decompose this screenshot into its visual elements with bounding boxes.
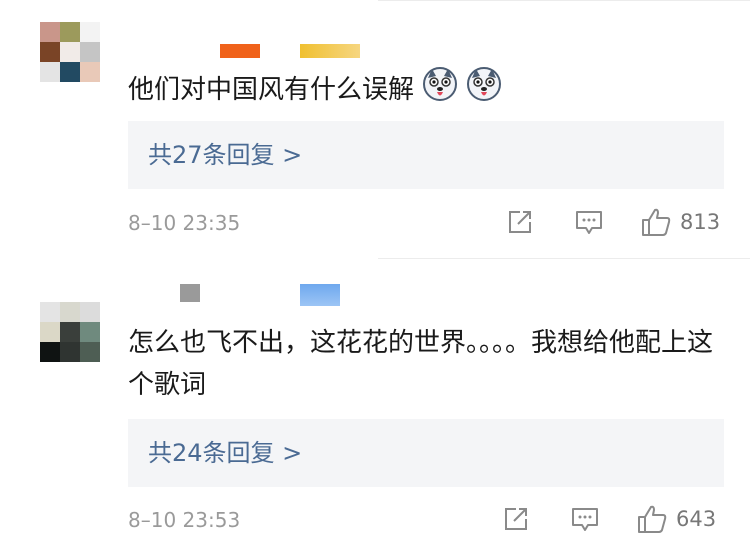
avatar[interactable] <box>40 302 100 362</box>
husky-emoji-icon <box>422 66 458 115</box>
comment-icon[interactable] <box>570 505 600 533</box>
username-redacted[interactable] <box>300 44 360 58</box>
username-redacted[interactable] <box>300 284 340 306</box>
timestamp: 8–10 23:53 <box>128 508 241 532</box>
timestamp: 8–10 23:35 <box>128 211 241 235</box>
username-redacted[interactable] <box>180 284 200 302</box>
like-button[interactable]: 643 <box>636 503 716 535</box>
like-button[interactable]: 813 <box>640 206 720 238</box>
comment-divider <box>378 258 750 259</box>
share-icon[interactable] <box>506 208 534 236</box>
thumbs-up-icon[interactable] <box>640 206 672 238</box>
view-replies-button[interactable]: 共27条回复 > <box>128 121 724 189</box>
comment-text: 他们对中国风有什么误解 <box>128 66 728 115</box>
username-redacted[interactable] <box>220 44 260 58</box>
thumbs-up-icon[interactable] <box>636 503 668 535</box>
like-count: 643 <box>676 507 717 531</box>
husky-emoji-icon <box>466 66 502 115</box>
comment-text: 怎么也飞不出，这花花的世界。。。。我想给他配上这个歌词 <box>128 328 714 400</box>
share-icon[interactable] <box>502 505 530 533</box>
view-replies-button[interactable]: 共24条回复 > <box>128 419 724 487</box>
comment-button[interactable] <box>570 505 600 533</box>
avatar[interactable] <box>40 22 100 82</box>
replies-label[interactable]: 共24条回复 > <box>148 419 302 487</box>
share-button[interactable] <box>502 505 530 533</box>
like-count: 813 <box>680 210 721 234</box>
replies-label[interactable]: 共27条回复 > <box>148 121 302 189</box>
comment-icon[interactable] <box>574 208 604 236</box>
comment-button[interactable] <box>574 208 604 236</box>
top-divider <box>378 0 750 1</box>
share-button[interactable] <box>506 208 534 236</box>
